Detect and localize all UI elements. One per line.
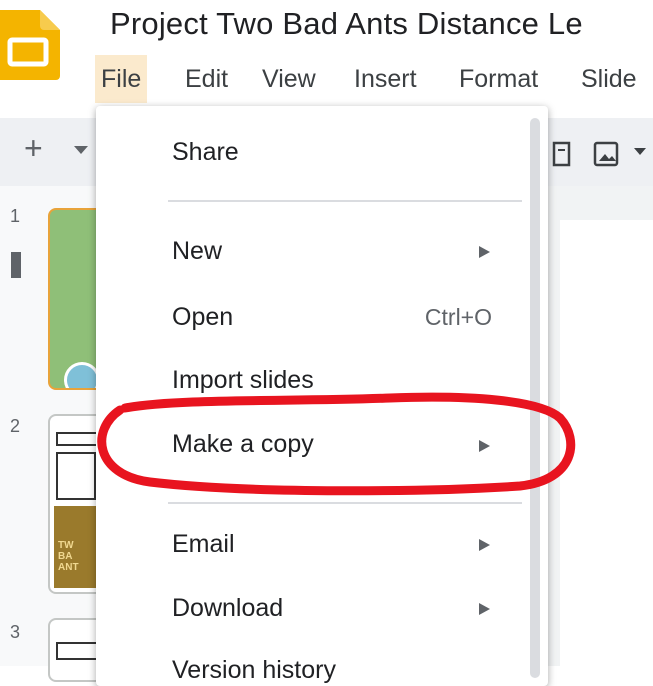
menu-item-email[interactable]: Email — [172, 530, 235, 559]
slide-number: 3 — [10, 622, 21, 642]
file-menu-dropdown: Share New Open Ctrl+O Import slides Make… — [96, 106, 548, 686]
menu-separator — [168, 502, 522, 504]
submenu-arrow-icon — [479, 539, 490, 551]
submenu-arrow-icon — [479, 603, 490, 615]
slide-canvas[interactable] — [560, 220, 653, 666]
textbox-icon[interactable] — [552, 140, 572, 168]
menu-item-download[interactable]: Download — [172, 594, 283, 623]
thumb-text: ANT — [58, 562, 79, 573]
slide-number: 1 — [10, 206, 21, 226]
submenu-arrow-icon — [479, 246, 490, 258]
menu-view[interactable]: View — [256, 55, 322, 103]
slide-number: 2 — [10, 416, 21, 436]
menu-item-import-slides[interactable]: Import slides — [172, 366, 314, 395]
menu-item-make-a-copy[interactable]: Make a copy — [172, 430, 314, 459]
menu-insert[interactable]: Insert — [348, 55, 423, 103]
image-icon[interactable] — [592, 140, 622, 168]
menu-scrollbar[interactable] — [530, 118, 540, 678]
chevron-down-icon[interactable] — [74, 146, 88, 154]
document-title[interactable]: Project Two Bad Ants Distance Le — [110, 6, 583, 42]
menu-edit[interactable]: Edit — [179, 55, 234, 103]
menu-separator — [168, 200, 522, 202]
submenu-arrow-icon — [479, 440, 490, 452]
menu-item-share[interactable]: Share — [172, 138, 239, 167]
menu-item-open[interactable]: Open — [172, 303, 233, 332]
menu-item-version-history[interactable]: Version history — [172, 656, 336, 685]
slides-logo-icon[interactable] — [0, 6, 64, 80]
thumb-text: TW — [58, 540, 74, 551]
thumb-text: BA — [58, 551, 73, 562]
menu-item-new[interactable]: New — [172, 237, 222, 266]
chevron-down-icon[interactable] — [634, 148, 646, 155]
shortcut-label: Ctrl+O — [424, 304, 492, 330]
bookmark-icon — [11, 252, 21, 278]
menu-format[interactable]: Format — [453, 55, 544, 103]
menu-file[interactable]: File — [95, 55, 148, 103]
menu-slide[interactable]: Slide — [575, 55, 643, 103]
plus-icon[interactable]: + — [24, 130, 43, 167]
